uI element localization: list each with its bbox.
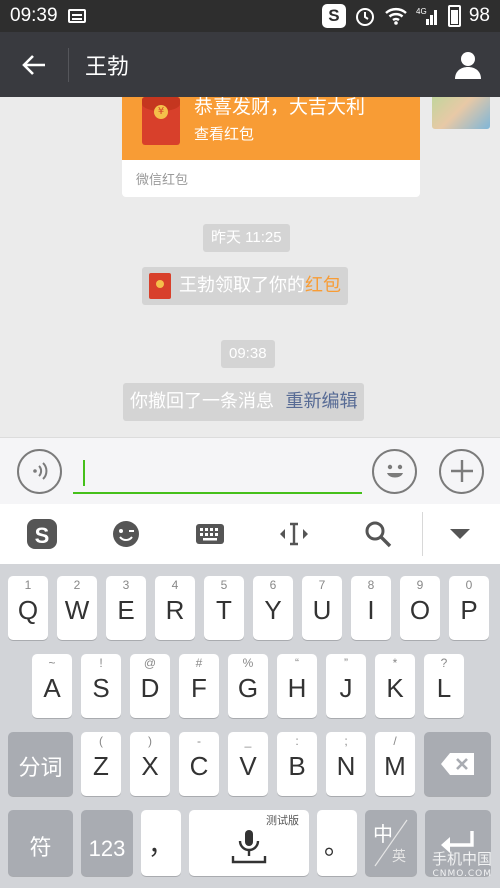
wink-face-icon bbox=[113, 521, 139, 547]
my-avatar[interactable] bbox=[432, 97, 490, 129]
signal-icon: 4G bbox=[416, 7, 437, 25]
recall-notice-text: 你撤回了一条消息 bbox=[130, 391, 274, 412]
backspace-key[interactable] bbox=[424, 732, 491, 796]
wifi-icon bbox=[385, 8, 407, 25]
chat-info-button[interactable] bbox=[436, 32, 500, 97]
ime-emoji-button[interactable] bbox=[84, 504, 168, 564]
key-r[interactable]: 4R bbox=[155, 576, 195, 640]
backspace-icon bbox=[441, 753, 474, 775]
chevron-down-icon bbox=[450, 529, 470, 539]
ime-toolbar: S bbox=[0, 504, 500, 564]
received-notice: 王勃领取了你的 红包 bbox=[142, 267, 348, 305]
red-packet-header: 恭喜发财，大吉大利 查看红包 bbox=[122, 97, 420, 160]
red-packet-link[interactable]: 红包 bbox=[305, 267, 341, 305]
ime-search-button[interactable] bbox=[336, 504, 420, 564]
key-l[interactable]: ? L bbox=[424, 654, 464, 718]
watermark-subtext: CNMO.COM bbox=[432, 869, 492, 879]
key-g[interactable]: % G bbox=[228, 654, 268, 718]
svg-text:S: S bbox=[35, 523, 50, 548]
sogou-logo-icon: S bbox=[27, 519, 57, 549]
cursor-move-icon bbox=[280, 522, 308, 546]
segment-key[interactable]: 分词 bbox=[8, 732, 73, 796]
number-key[interactable]: 123 bbox=[81, 810, 133, 876]
key-o[interactable]: 9O bbox=[400, 576, 440, 640]
input-bar bbox=[0, 437, 500, 504]
key-h[interactable]: “H bbox=[277, 654, 317, 718]
timestamp: 昨天 11:25 bbox=[203, 224, 290, 252]
key-u[interactable]: 7U bbox=[302, 576, 342, 640]
microphone-icon bbox=[231, 830, 267, 864]
received-notice-text: 王勃领取了你的 bbox=[179, 275, 305, 296]
key-w[interactable]: 2W bbox=[57, 576, 97, 640]
red-packet-message[interactable]: 恭喜发财，大吉大利 查看红包 微信红包 bbox=[122, 97, 420, 197]
keyboard: 1Q 2W 3E 4R 5T 6Y 7U 8I 9O 0P ~ A ! S @ D #… bbox=[0, 564, 500, 888]
key-v[interactable]: _ V bbox=[228, 732, 268, 796]
key-z[interactable]: (Z bbox=[81, 732, 121, 796]
back-button[interactable] bbox=[0, 32, 68, 97]
key-y[interactable]: 6Y bbox=[253, 576, 293, 640]
watermark: 手机中国 CNMO.COM bbox=[392, 848, 500, 888]
voice-input-button[interactable] bbox=[17, 448, 62, 494]
timestamp: 09:38 bbox=[221, 340, 275, 368]
red-packet-small-icon bbox=[149, 273, 171, 299]
message-input[interactable] bbox=[73, 448, 362, 494]
comma-key[interactable]: ， bbox=[141, 810, 181, 876]
more-button[interactable] bbox=[439, 448, 484, 494]
search-icon bbox=[365, 521, 392, 548]
red-packet-icon bbox=[142, 97, 180, 145]
sogou-status-icon: S bbox=[321, 4, 346, 28]
chat-title: 王勃 bbox=[85, 54, 130, 80]
emoji-button[interactable] bbox=[372, 448, 417, 494]
voice-icon bbox=[32, 462, 47, 480]
key-f[interactable]: # F bbox=[179, 654, 219, 718]
red-packet-title: 恭喜发财，大吉大利 bbox=[194, 97, 366, 118]
title-bar: 王勃 bbox=[0, 32, 500, 97]
battery-icon bbox=[447, 5, 461, 27]
key-d[interactable]: @ D bbox=[130, 654, 170, 718]
title-divider bbox=[68, 47, 69, 82]
recall-notice: 你撤回了一条消息 重新编辑 bbox=[123, 383, 365, 421]
keyboard-icon bbox=[196, 524, 224, 544]
status-time: 09:39 bbox=[10, 5, 58, 26]
key-a[interactable]: ~ A bbox=[32, 654, 72, 718]
cursor-move-button[interactable] bbox=[252, 504, 336, 564]
key-x[interactable]: ) X bbox=[130, 732, 170, 796]
space-key[interactable]: 测试版 bbox=[189, 810, 309, 876]
plus-icon bbox=[450, 460, 473, 482]
key-e[interactable]: 3E bbox=[106, 576, 146, 640]
period-key[interactable]: 。 bbox=[317, 810, 357, 876]
back-arrow-icon bbox=[22, 54, 45, 75]
key-b[interactable]: :B bbox=[277, 732, 317, 796]
key-q[interactable]: 1Q bbox=[8, 576, 48, 640]
keyboard-switch-button[interactable] bbox=[168, 504, 252, 564]
key-p[interactable]: 0P bbox=[449, 576, 489, 640]
status-bar: 09:39 S 4G 98 bbox=[0, 0, 500, 32]
key-c[interactable]: -C bbox=[179, 732, 219, 796]
key-m[interactable]: / M bbox=[375, 732, 415, 796]
status-icons: S 4G 98 bbox=[321, 4, 490, 28]
alarm-icon bbox=[355, 8, 374, 26]
chat-area[interactable]: 恭喜发财，大吉大利 查看红包 微信红包 昨天 11:25 王勃领取了你的红包 0… bbox=[0, 97, 500, 437]
smiley-icon bbox=[386, 464, 403, 478]
re-edit-link[interactable]: 重新编辑 bbox=[285, 383, 357, 421]
red-packet-action: 查看红包 bbox=[194, 124, 255, 143]
key-k[interactable]: * K bbox=[375, 654, 415, 718]
collapse-keyboard-button[interactable] bbox=[423, 504, 497, 564]
person-icon bbox=[455, 51, 481, 79]
battery-percent: 98 bbox=[468, 5, 490, 26]
key-t[interactable]: 5T bbox=[204, 576, 244, 640]
beta-label: 测试版 bbox=[266, 814, 299, 827]
text-cursor bbox=[83, 460, 85, 486]
svg-text:4G: 4G bbox=[416, 7, 427, 16]
watermark-text: 手机中国 bbox=[431, 850, 492, 868]
red-packet-footer: 微信红包 bbox=[136, 173, 189, 188]
message-notification-icon bbox=[67, 9, 86, 23]
key-i[interactable]: 8I bbox=[351, 576, 391, 640]
sogou-menu-button[interactable]: S bbox=[0, 504, 84, 564]
key-j[interactable]: ” J bbox=[326, 654, 366, 718]
symbol-key[interactable]: 符 bbox=[8, 810, 73, 876]
key-n[interactable]: ; N bbox=[326, 732, 366, 796]
key-s[interactable]: ! S bbox=[81, 654, 121, 718]
